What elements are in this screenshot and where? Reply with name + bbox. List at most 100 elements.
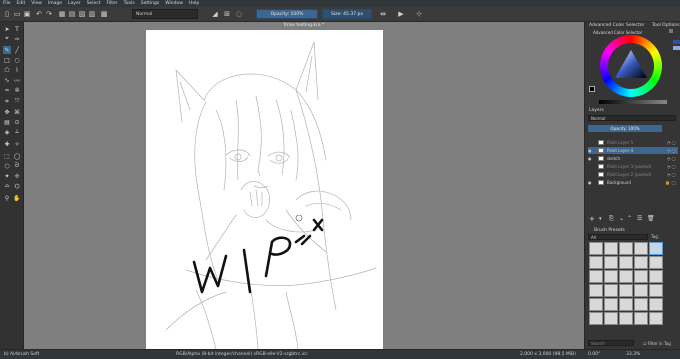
open-document-icon[interactable]: ▭ [12, 9, 22, 19]
value-slider[interactable] [599, 100, 667, 104]
rect-select-tool-icon[interactable]: ⬚ [3, 152, 11, 160]
brush-preset-item[interactable] [604, 298, 618, 311]
brush-preset-item-selected[interactable] [649, 242, 663, 255]
brush-preset-item[interactable] [604, 256, 618, 269]
measure-tool-icon[interactable]: ⟂ [13, 128, 21, 136]
move-layer-up-icon[interactable]: ⌃ [627, 215, 632, 222]
smart-patch-tool-icon[interactable]: ✚ [3, 140, 11, 148]
visibility-icon[interactable]: ● [588, 156, 592, 161]
brush-preset-item[interactable] [634, 256, 648, 269]
pan-tool-icon[interactable]: ✋ [13, 194, 21, 202]
bezier-select-tool-icon[interactable]: ⌓ [3, 182, 11, 190]
brush-preset-item[interactable] [589, 242, 603, 255]
canvas-area[interactable]: frnas testing.kra * [24, 22, 584, 349]
eraser-mode-icon[interactable]: ◢ [210, 9, 220, 19]
brush-preset-item[interactable] [604, 312, 618, 325]
polygon-select-tool-icon[interactable]: ⬡ [3, 162, 11, 170]
canvas-paper[interactable] [146, 30, 383, 349]
polygon-tool-icon[interactable]: ⬠ [3, 66, 11, 74]
menu-tools[interactable]: Tools [124, 1, 135, 6]
brush-preset-item[interactable] [619, 284, 633, 297]
menu-filter[interactable]: Filter [106, 1, 117, 6]
brush-tag-button[interactable]: Tag [651, 234, 658, 239]
color-history-swatch[interactable] [673, 52, 680, 56]
magnetic-select-tool-icon[interactable]: ⌬ [13, 182, 21, 190]
brush-preset-item[interactable] [649, 298, 663, 311]
fill-tool-icon[interactable]: ◈ [3, 128, 11, 136]
gradient-tool-icon[interactable]: ▤ [3, 118, 11, 126]
brush-preset-item[interactable] [619, 312, 633, 325]
visibility-icon[interactable]: ● [588, 180, 592, 185]
freehand-brush-tool-icon[interactable]: ✎ [3, 46, 11, 54]
calligraphy-tool-icon[interactable]: ✑ [13, 35, 21, 43]
status-zoom[interactable]: 33.3% [626, 352, 640, 357]
brush-settings-icon[interactable]: ▩ [100, 9, 108, 19]
layer-flags-icon[interactable]: ◔ ◯ [667, 140, 678, 145]
brush-preset-item[interactable] [634, 270, 648, 283]
workspace-icon[interactable]: ⊹ [414, 9, 424, 19]
brush-preset-item[interactable] [589, 256, 603, 269]
redo-icon[interactable]: ↷ [44, 9, 54, 19]
properties-icon[interactable]: ☰ [637, 215, 642, 222]
assistant-tool-icon[interactable]: ⌘ [13, 108, 21, 116]
text-tool-icon[interactable]: T [13, 25, 21, 33]
color-triangle[interactable] [612, 47, 650, 85]
menu-layer[interactable]: Layer [68, 1, 81, 6]
freehand-select-tool-icon[interactable]: ᘐ [13, 162, 21, 170]
save-icon[interactable]: ▣ [22, 9, 32, 19]
color-history-swatch[interactable] [673, 46, 680, 50]
reference-tool-icon[interactable]: ✧ [13, 140, 21, 148]
color-history-swatch[interactable] [673, 40, 680, 44]
menu-image[interactable]: Image [48, 1, 62, 6]
menu-file[interactable]: File [3, 1, 11, 6]
layer-row[interactable]: ● sketch ◔ ◯ [588, 155, 678, 162]
layer-row-active[interactable]: ● Paint Layer 4 ◔ ◯ [588, 147, 678, 154]
crop-tool-icon[interactable]: ⌗ [3, 98, 11, 106]
duplicate-layer-icon[interactable]: ⎘ [609, 215, 614, 223]
select-shapes-tool-icon[interactable]: ➤ [3, 25, 11, 33]
size-slider[interactable]: Size: 45.37 px [322, 9, 372, 19]
brush-preset-item[interactable] [619, 298, 633, 311]
zoom-tool-icon[interactable]: ⚲ [3, 194, 11, 202]
layer-flags-icon[interactable]: ◔ ◯ [667, 148, 678, 153]
freehand-path-tool-icon[interactable]: 〰 [13, 76, 21, 85]
move-tool-icon[interactable]: ✥ [3, 108, 11, 116]
fill-pattern-icon[interactable]: ▦ [58, 9, 66, 19]
brush-filter-select[interactable]: All [588, 234, 648, 240]
status-rotation[interactable]: 0.00° [588, 352, 600, 357]
menu-help[interactable]: Help [189, 1, 199, 6]
dynamic-brush-tool-icon[interactable]: ≈ [3, 86, 11, 94]
menu-window[interactable]: Window [165, 1, 183, 6]
similar-select-tool-icon[interactable]: ✢ [13, 172, 21, 180]
line-tool-icon[interactable]: ╱ [13, 46, 21, 54]
preserve-alpha-icon[interactable]: ⊞ [222, 9, 232, 19]
contiguous-select-tool-icon[interactable]: ✦ [3, 172, 11, 180]
brush-preset-item[interactable] [589, 298, 603, 311]
bezier-tool-icon[interactable]: ∿ [3, 76, 11, 84]
brush-preset-item[interactable] [634, 284, 648, 297]
brush-preset-item[interactable] [619, 256, 633, 269]
edit-shapes-tool-icon[interactable]: ⌖ [3, 35, 11, 43]
opacity-slider[interactable]: Opacity: 100% [256, 9, 318, 19]
menu-settings[interactable]: Settings [141, 1, 159, 6]
menu-view[interactable]: View [31, 1, 42, 6]
undo-icon[interactable]: ↶ [34, 9, 44, 19]
menu-select[interactable]: Select [87, 1, 101, 6]
tool-options-tab[interactable]: Tool Options [652, 23, 680, 28]
brush-preset-item[interactable] [604, 242, 618, 255]
brush-preset-item[interactable] [649, 256, 663, 269]
filter-in-tag-checkbox[interactable]: ☑ Filter in Tag [643, 341, 671, 346]
layer-options-icon[interactable]: ▾ [599, 216, 602, 222]
ellipse-tool-icon[interactable]: ○ [13, 56, 21, 64]
add-layer-icon[interactable]: + [589, 215, 595, 223]
layers-opacity-slider[interactable]: Opacity: 100% [588, 125, 662, 132]
brush-preset-item[interactable] [634, 242, 648, 255]
brush-search-input[interactable]: Search [588, 340, 634, 346]
brush-preset-item[interactable] [604, 284, 618, 297]
brush-preset-item[interactable] [589, 284, 603, 297]
gradient-icon[interactable]: ▤ [68, 9, 76, 19]
brush-preset-item[interactable] [619, 242, 633, 255]
panel-close-icon[interactable] [669, 29, 673, 33]
new-document-icon[interactable]: ▯ [2, 9, 12, 19]
color-wheel[interactable] [600, 35, 662, 97]
